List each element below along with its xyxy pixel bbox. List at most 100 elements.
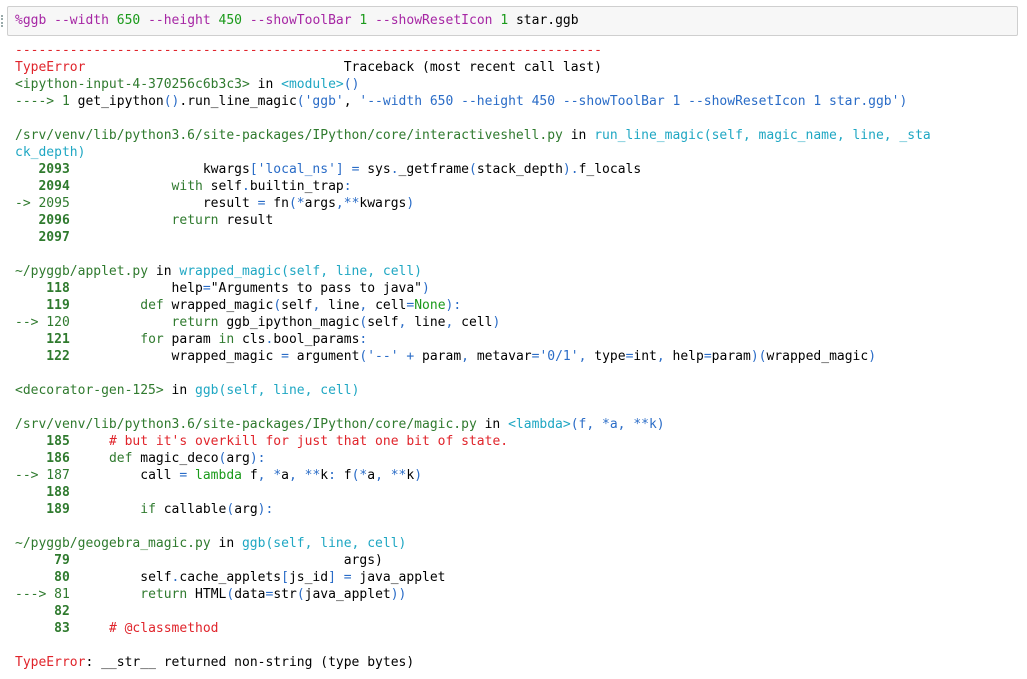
traceback-token: "Arguments to pass to java" (210, 281, 423, 296)
traceback-token: _getframe (398, 162, 469, 177)
traceback-token: wrapped_magic (69, 349, 282, 364)
magic-argument-token (242, 13, 250, 28)
traceback-token: = (202, 281, 211, 296)
traceback-token: () (343, 77, 360, 92)
traceback-line: 2093 kwargs['local_ns'] = sys._getframe(… (15, 161, 1027, 178)
traceback-token: return (140, 587, 188, 602)
traceback-token: sys (359, 162, 391, 177)
traceback-token: ----> 1 (15, 94, 70, 109)
traceback-token (70, 434, 109, 449)
traceback-token: ] (335, 162, 344, 177)
traceback-token (70, 587, 140, 602)
traceback-token (70, 502, 140, 517)
traceback-token: cls (234, 332, 266, 347)
traceback-token (297, 468, 305, 483)
magic-argument-token: star.ggb (508, 13, 579, 28)
traceback-token: return (171, 315, 219, 330)
traceback-token: 82 (15, 604, 70, 619)
traceback-token: --> 187 (15, 468, 70, 483)
traceback-line: TypeError: __str__ returned non-string (… (15, 654, 1027, 671)
traceback-line: 119 def wrapped_magic(self, line, cell=N… (15, 297, 1027, 314)
traceback-token: if (140, 502, 156, 517)
magic-arguments: --width 650 --height 450 --showToolBar 1… (46, 13, 578, 28)
traceback-token: /srv/venv/lib/python3.6/site-packages/IP… (15, 417, 477, 432)
traceback-token (70, 315, 172, 330)
traceback-token: js_id (288, 570, 329, 585)
traceback-line: TypeError Traceback (most recent call la… (15, 59, 1027, 76)
traceback-token: self (69, 570, 172, 585)
traceback-token: cell (367, 298, 407, 313)
traceback-token: lambda (195, 468, 242, 483)
traceback-token: ( (296, 94, 305, 109)
traceback-token: , (375, 468, 383, 483)
traceback-token: ( (296, 587, 305, 602)
traceback-token: <lambda> (508, 417, 571, 432)
traceback-line: 2094 with self.builtin_trap: (15, 178, 1027, 195)
traceback-token: str (273, 587, 297, 602)
traceback-token (187, 468, 195, 483)
traceback-token (70, 298, 140, 313)
traceback-token: 185 (15, 434, 70, 449)
traceback-token: , (343, 94, 360, 109)
traceback-token: run_line_magic(self, magic_name, line, _… (594, 128, 931, 143)
traceback-token: <module> (281, 77, 344, 92)
traceback-token: 'ggb' (304, 94, 344, 109)
traceback-token: argument (288, 349, 360, 364)
traceback-token (70, 451, 109, 466)
traceback-token: result (218, 213, 274, 228)
traceback-line (15, 518, 1027, 535)
traceback-token: # @classmethod (108, 621, 219, 636)
traceback-line (15, 246, 1027, 263)
traceback-token: . (570, 162, 579, 177)
traceback-token: )) (390, 587, 407, 602)
traceback-token: type (586, 349, 626, 364)
traceback-token: f (335, 468, 352, 483)
traceback-token: data (234, 587, 266, 602)
traceback-token: ** (343, 196, 360, 211)
traceback-token: # but it's overkill for just that one bi… (108, 434, 509, 449)
traceback-token: 80 (15, 570, 70, 585)
traceback-token: 186 (15, 451, 70, 466)
code-cell-input[interactable]: %ggb --width 650 --height 450 --showTool… (7, 6, 1018, 36)
traceback-token: builtin_trap (249, 179, 344, 194)
traceback-token (70, 621, 109, 636)
traceback-token (336, 570, 344, 585)
traceback-token: ** (390, 468, 407, 483)
traceback-token: : (343, 179, 352, 194)
traceback-token: 118 (15, 281, 70, 296)
magic-argument-token: 1 (500, 13, 509, 28)
traceback-token: get_ipython (69, 94, 164, 109)
traceback-token: * (273, 468, 282, 483)
traceback-token: self (367, 315, 399, 330)
traceback-token: int (633, 349, 657, 364)
traceback-token: f_locals (578, 162, 642, 177)
traceback-token: wrapped_magic (163, 298, 274, 313)
traceback-token: ) (899, 94, 908, 109)
traceback-token: ( (226, 502, 235, 517)
traceback-line: --> 187 call = lambda f, *a, **k: f(*a, … (15, 467, 1027, 484)
traceback-token: metavar (469, 349, 532, 364)
traceback-line: 122 wrapped_magic = argument('--' + para… (15, 348, 1027, 365)
traceback-token: = (281, 349, 289, 364)
traceback-token (344, 162, 352, 177)
traceback-token: ( (273, 298, 282, 313)
traceback-token: args) (69, 553, 383, 568)
traceback-token: [ (249, 162, 258, 177)
magic-argument-token (367, 13, 375, 28)
traceback-token: '--' (367, 349, 399, 364)
magic-argument-token (109, 13, 117, 28)
traceback-token: '--width 650 --height 450 --showToolBar … (359, 94, 900, 109)
traceback-token: in (148, 264, 180, 279)
traceback-token: )( (750, 349, 767, 364)
traceback-line: --> 120 return ggb_ipython_magic(self, l… (15, 314, 1027, 331)
traceback-token: in (476, 417, 509, 432)
traceback-token: line (406, 315, 446, 330)
traceback-token: ( (226, 587, 235, 602)
cell-selection-marker (1, 15, 6, 27)
traceback-token: 2093 (15, 162, 70, 177)
traceback-token: 119 (15, 298, 70, 313)
traceback-line: /srv/venv/lib/python3.6/site-packages/IP… (15, 127, 1027, 144)
traceback-token: for (140, 332, 164, 347)
traceback-token: * (296, 196, 305, 211)
traceback-line (15, 110, 1027, 127)
